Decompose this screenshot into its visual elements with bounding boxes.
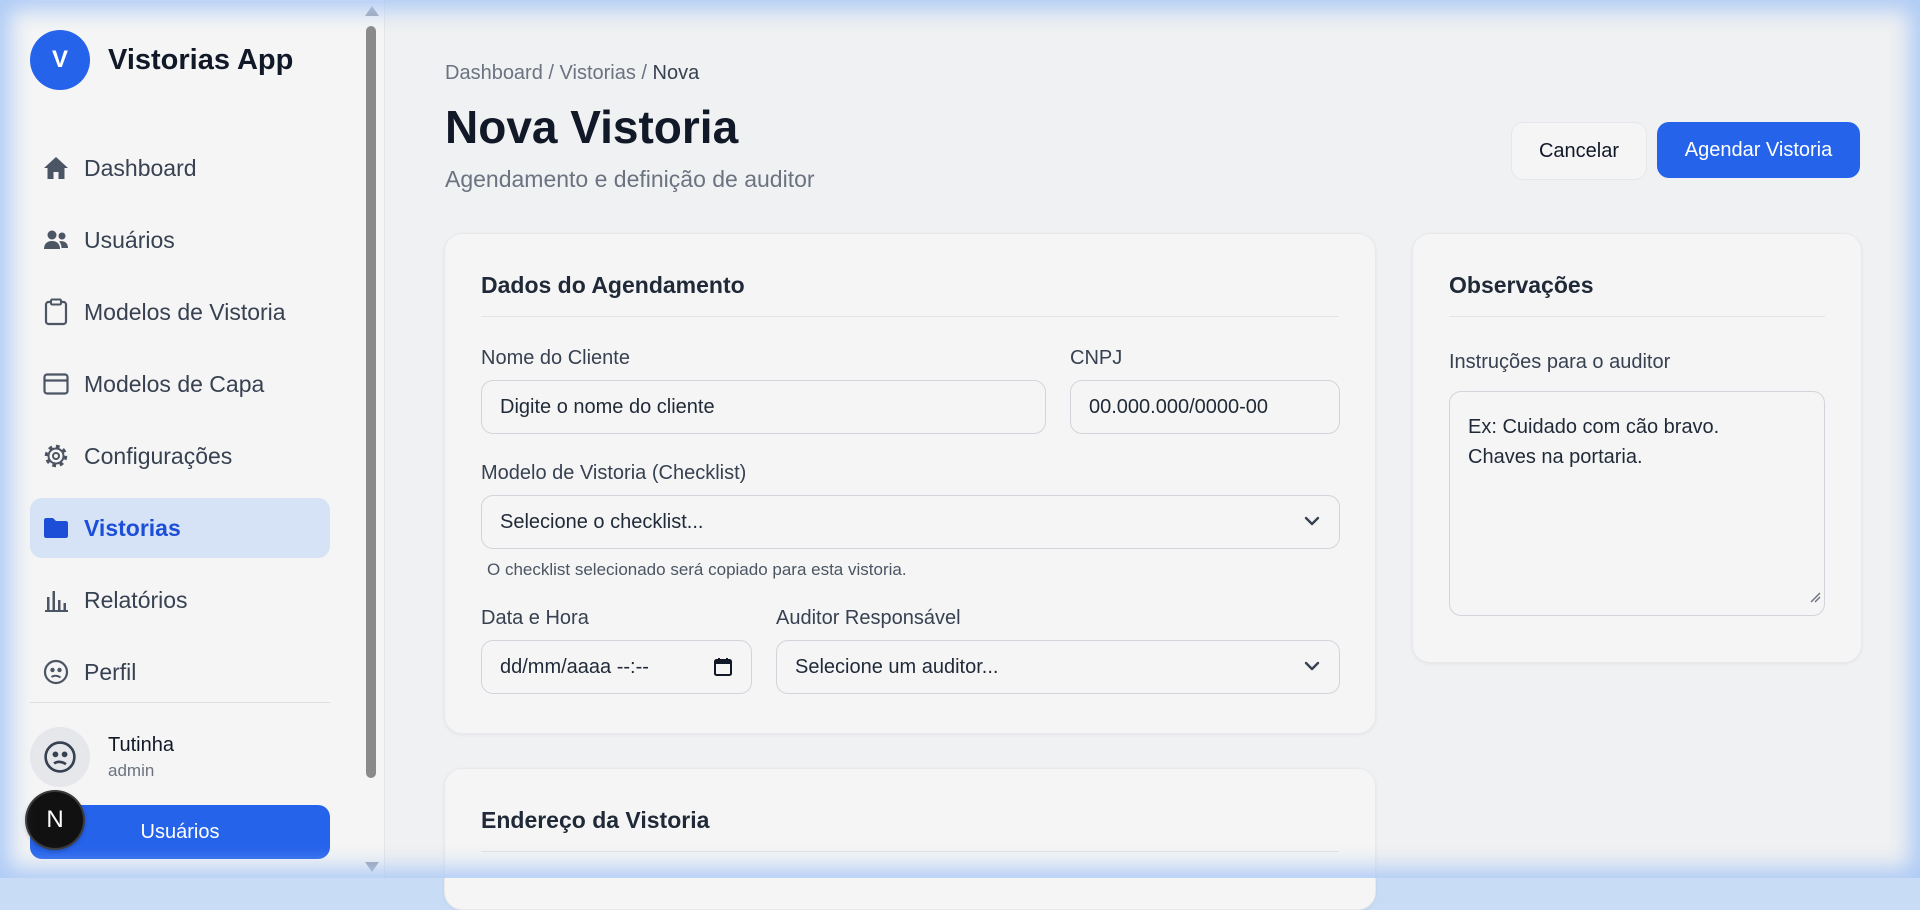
sidebar-item-label: Configurações: [84, 442, 233, 469]
instructions-textarea[interactable]: Ex: Cuidado com cão bravo. Chaves na por…: [1449, 391, 1825, 616]
sidebar-item-label: Perfil: [84, 658, 137, 685]
main-content: Dashboard / Vistorias / Nova Nova Vistor…: [385, 0, 1920, 910]
sidebar-item-label: Modelos de Capa: [84, 370, 265, 397]
checklist-model-value: Selecione o checklist...: [500, 510, 704, 533]
scroll-thumb[interactable]: [366, 26, 376, 778]
breadcrumb-dashboard[interactable]: Dashboard: [445, 62, 543, 84]
sidebar-item-modelos-capa[interactable]: Modelos de Capa: [30, 354, 330, 414]
chevron-down-icon: [1303, 657, 1321, 681]
address-card: Endereço da Vistoria: [444, 768, 1376, 910]
card-title: Dados do Agendamento: [481, 272, 745, 298]
sidebar-item-dashboard[interactable]: Dashboard: [30, 138, 330, 198]
sidebar-item-perfil[interactable]: Perfil: [30, 642, 330, 702]
gear-icon: [42, 442, 70, 470]
avatar: [30, 727, 90, 787]
sidebar-item-label: Relatórios: [84, 586, 188, 613]
bar-chart-icon: [42, 586, 70, 614]
app-logo: V: [30, 30, 90, 90]
breadcrumb-current: Nova: [652, 62, 700, 84]
sidebar-item-label: Dashboard: [84, 154, 197, 181]
sidebar-item-relatorios[interactable]: Relatórios: [30, 570, 330, 630]
instructions-label: Instruções para o auditor: [1449, 351, 1671, 373]
sidebar-item-configuracoes[interactable]: Configurações: [30, 426, 330, 486]
date-time-input[interactable]: dd/mm/aaaa --:--: [481, 640, 752, 694]
sidebar-scrollbar[interactable]: [362, 0, 380, 878]
cnpj-input[interactable]: 00.000.000/0000-00: [1070, 380, 1340, 434]
cnpj-label: CNPJ: [1070, 347, 1123, 369]
resize-handle-icon[interactable]: [1809, 582, 1821, 612]
card-icon: [42, 370, 70, 398]
breadcrumb-separator: /: [641, 62, 647, 84]
sidebar-item-vistorias[interactable]: Vistorias: [30, 498, 330, 558]
scroll-up-arrow-icon[interactable]: [365, 6, 379, 16]
sidebar-item-label: Vistorias: [84, 514, 181, 541]
user-role: admin: [108, 760, 155, 780]
page-title: Nova Vistoria: [445, 101, 739, 153]
notes-card: Observações Instruções para o auditor Ex…: [1412, 233, 1862, 663]
cancel-button[interactable]: Cancelar: [1511, 122, 1647, 180]
sidebar-item-usuarios[interactable]: Usuários: [30, 210, 330, 270]
date-time-placeholder: dd/mm/aaaa --:--: [500, 655, 649, 678]
dev-tools-badge[interactable]: N: [27, 792, 83, 848]
chevron-down-icon: [1303, 512, 1321, 536]
user-name: Tutinha: [108, 733, 174, 756]
sidebar-item-label: Usuários: [84, 226, 175, 253]
checklist-hint: O checklist selecionado será copiado par…: [487, 560, 907, 579]
auditor-select[interactable]: Selecione um auditor...: [776, 640, 1340, 694]
clipboard-icon: [42, 298, 70, 326]
card-title: Observações: [1449, 272, 1594, 298]
instructions-line: Ex: Cuidado com cão bravo.: [1468, 416, 1720, 438]
app-name: Vistorias App: [108, 43, 294, 76]
client-name-input[interactable]: Digite o nome do cliente: [481, 380, 1046, 434]
breadcrumb-separator: /: [548, 62, 554, 84]
date-time-label: Data e Hora: [481, 607, 589, 629]
scroll-down-arrow-icon[interactable]: [365, 862, 379, 872]
sidebar-nav: Dashboard Usuários Modelos de Vistoria M…: [30, 138, 330, 714]
card-divider: [481, 316, 1339, 317]
client-name-label: Nome do Cliente: [481, 347, 630, 369]
sidebar-item-modelos-vistoria[interactable]: Modelos de Vistoria: [30, 282, 330, 342]
page-subtitle: Agendamento e definição de auditor: [445, 166, 815, 192]
instructions-line: Chaves na portaria.: [1468, 446, 1643, 468]
schedule-inspection-button[interactable]: Agendar Vistoria: [1657, 122, 1860, 178]
breadcrumb: Dashboard / Vistorias / Nova: [445, 62, 699, 85]
auditor-value: Selecione um auditor...: [795, 655, 999, 678]
sidebar-item-label: Modelos de Vistoria: [84, 298, 286, 325]
users-icon: [42, 226, 70, 254]
calendar-icon[interactable]: [713, 657, 733, 683]
schedule-card: Dados do Agendamento Nome do Cliente Dig…: [444, 233, 1376, 734]
checklist-model-label: Modelo de Vistoria (Checklist): [481, 462, 747, 484]
face-icon: [42, 658, 70, 686]
card-divider: [1449, 316, 1825, 317]
home-icon: [42, 154, 70, 182]
breadcrumb-vistorias[interactable]: Vistorias: [560, 62, 636, 84]
sidebar: V Vistorias App Dashboard Usuários Model…: [0, 0, 385, 878]
auditor-label: Auditor Responsável: [776, 607, 961, 629]
sidebar-divider: [30, 702, 330, 703]
card-title: Endereço da Vistoria: [481, 807, 710, 833]
user-profile[interactable]: Tutinha admin: [30, 727, 174, 787]
card-divider: [481, 851, 1339, 852]
folder-icon: [42, 514, 70, 542]
brand[interactable]: V Vistorias App: [30, 30, 293, 90]
checklist-model-select[interactable]: Selecione o checklist...: [481, 495, 1340, 549]
